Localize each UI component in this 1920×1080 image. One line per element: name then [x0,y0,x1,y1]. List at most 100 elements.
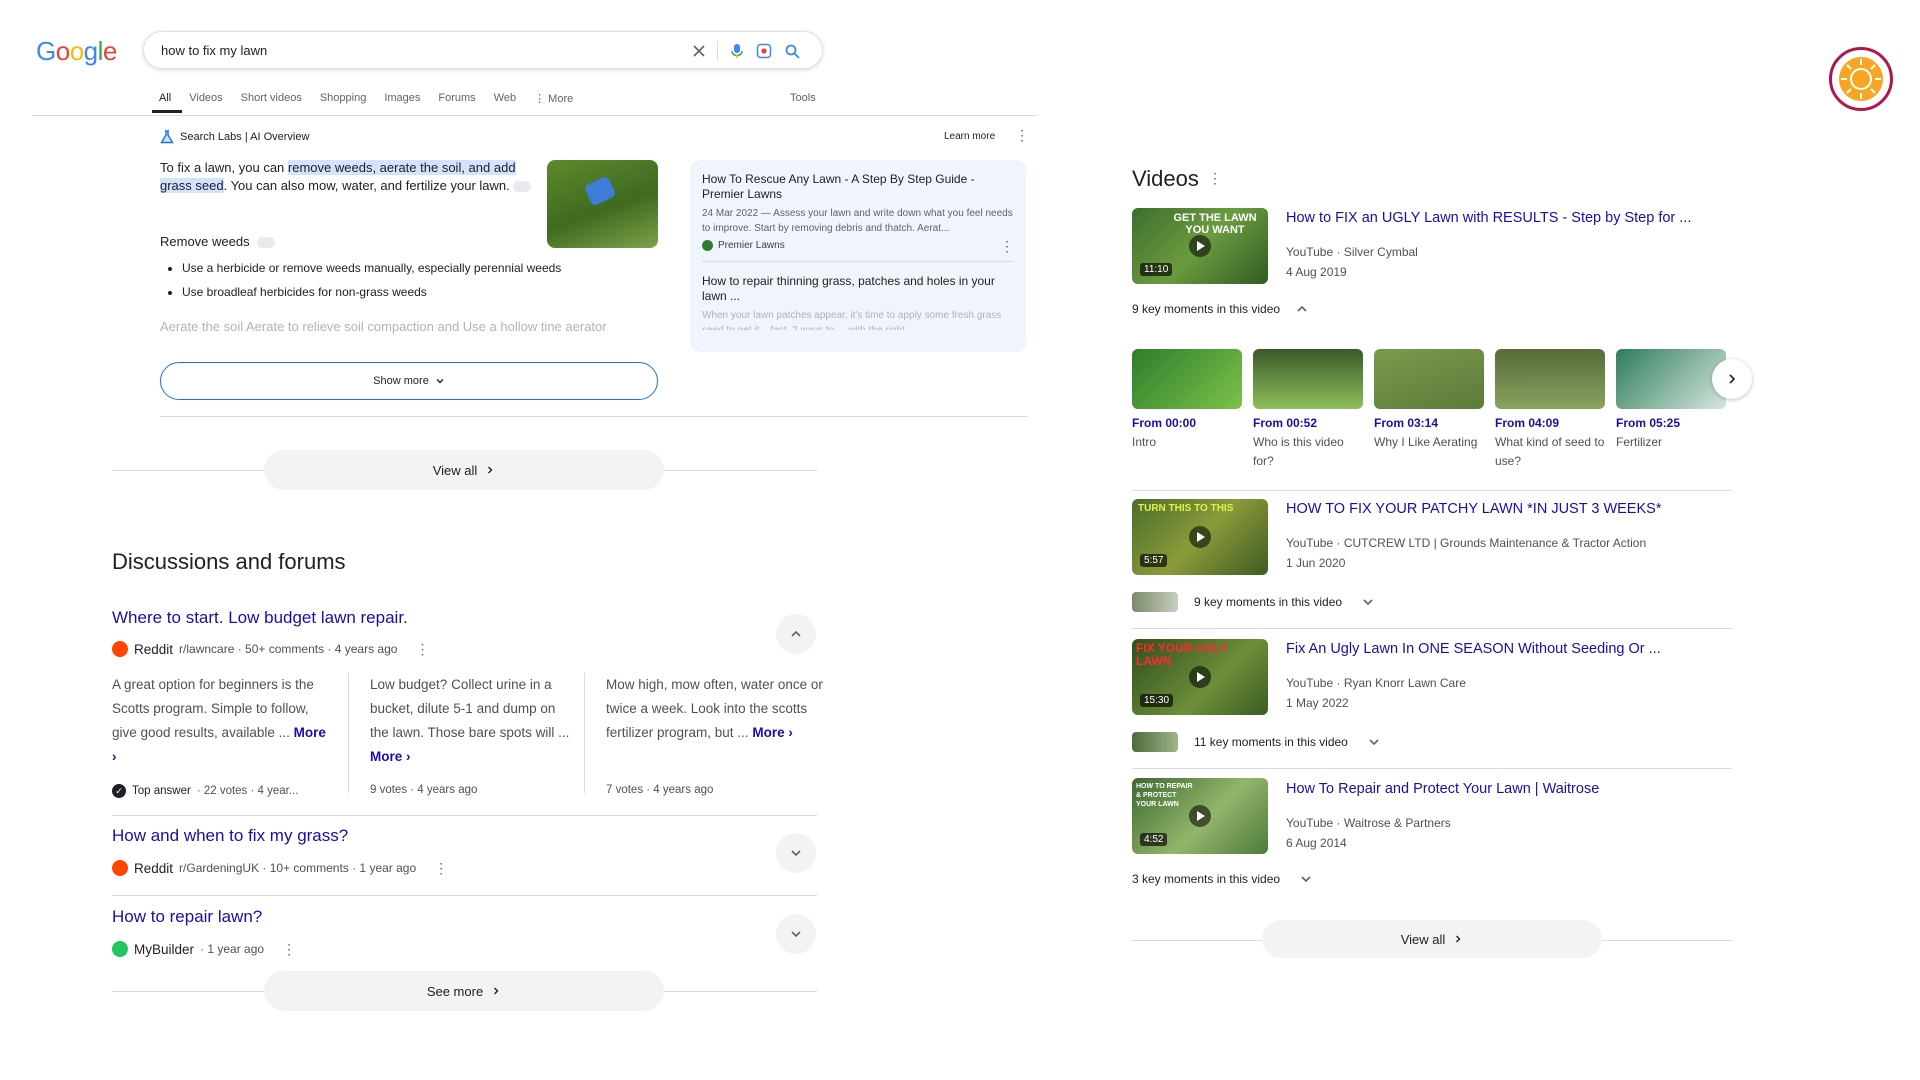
search-box[interactable]: how to fix my lawn [143,31,823,69]
moment-thumbnail[interactable] [1616,349,1726,409]
more-link[interactable]: More [294,725,326,740]
google-logo[interactable]: Google [36,36,117,67]
video-thumbnail[interactable]: HOW TO REPAIR & PROTECT YOUR LAWN 4:52 [1132,778,1268,854]
learn-more-link[interactable]: Learn more [944,131,995,142]
moment-time: From 00:52 [1253,416,1318,430]
video-channel: YouTube · Silver Cymbal [1286,245,1418,259]
lawn-image[interactable] [547,160,658,248]
answer-snippet[interactable]: Mow high, mow often, water once or twice… [606,673,824,745]
moment-thumbnail[interactable] [1253,349,1363,409]
site-favicon [702,240,713,251]
lens-icon[interactable] [754,41,774,61]
answer-votes: 7 votes · 4 years ago [606,784,714,796]
key-moments-label: 9 key moments in this video [1194,595,1343,609]
search-icon[interactable] [782,41,802,61]
more-link[interactable]: More [752,725,784,740]
more-dots-icon: ⋮ [534,93,549,105]
moment-item[interactable]: From 04:09 What kind of seed to use? [1495,416,1607,471]
video-divider [1132,768,1732,769]
ai-overview-divider [160,416,1028,417]
thread-source[interactable]: Reddit [134,861,173,876]
logo-letter: o [55,36,70,66]
microphone-icon[interactable] [727,41,747,61]
moment-item[interactable]: From 00:00 Intro [1132,416,1244,452]
moment-item[interactable]: From 00:52 Who is this video for? [1253,416,1365,471]
tab-web[interactable]: Web [487,92,527,113]
videos-view-all-button[interactable]: View all [1262,920,1602,958]
source-menu-icon[interactable]: ⋮ [1000,239,1014,253]
chevron-up-icon [791,630,801,637]
moments-next-button[interactable] [1712,359,1752,399]
link-chip-icon[interactable] [257,237,276,249]
show-more-button[interactable]: Show more [160,362,658,400]
source-title[interactable]: How to repair thinning grass, patches an… [702,274,1014,304]
video-thumbnail[interactable]: GET THE LAWN YOU WANT 11:10 [1132,208,1268,284]
tab-images[interactable]: Images [377,92,431,113]
video-title[interactable]: How To Repair and Protect Your Lawn | Wa… [1286,781,1599,797]
videos-menu-icon[interactable]: ⋮ [1208,171,1222,185]
profile-avatar[interactable] [1829,47,1893,111]
heading-text: Remove weeds [160,234,250,249]
expand-button[interactable] [776,833,816,873]
tab-more[interactable]: ⋮ More [527,92,584,113]
more-link[interactable]: More [370,749,402,764]
thread-title[interactable]: Where to start. Low budget lawn repair. [112,608,408,628]
link-chip-icon[interactable] [513,181,532,193]
key-moments-toggle[interactable]: 11 key moments in this video [1132,732,1380,752]
video-date: 4 Aug 2019 [1286,265,1347,279]
sources-panel: How To Rescue Any Lawn - A Step By Step … [690,160,1026,352]
source-title[interactable]: How To Rescue Any Lawn - A Step By Step … [702,172,1014,202]
video-title[interactable]: How to FIX an UGLY Lawn with RESULTS - S… [1286,210,1691,226]
ai-overview-label: Search Labs | AI Overview [180,131,310,143]
thumbnail-text: GET THE LAWN YOU WANT [1173,212,1257,236]
moment-thumbnail[interactable] [1132,349,1242,409]
moment-item[interactable]: From 03:14 Why I Like Aerating [1374,416,1486,452]
play-icon [1189,235,1211,257]
view-all-label: View all [1400,931,1446,947]
play-icon [1189,666,1211,688]
remove-weeds-heading: Remove weeds [160,234,276,249]
video-title[interactable]: Fix An Ugly Lawn In ONE SEASON Without S… [1286,641,1661,657]
thread-source[interactable]: MyBuilder [134,942,194,957]
video-thumbnail[interactable]: TURN THIS TO THIS 5:57 [1132,499,1268,575]
moment-label: Fertilizer [1616,435,1663,449]
search-input[interactable]: how to fix my lawn [161,43,267,58]
tab-all[interactable]: All [152,92,183,113]
tab-shopping[interactable]: Shopping [313,92,378,113]
source-site[interactable]: Premier Lawns ⋮ [702,239,1014,253]
key-moments-toggle[interactable]: 9 key moments in this video [1132,592,1374,612]
collapse-button[interactable] [776,614,816,654]
thread-source[interactable]: Reddit [134,642,173,657]
see-more-button[interactable]: See more [264,971,664,1011]
answer-snippet[interactable]: A great option for beginners is the Scot… [112,673,332,769]
moment-thumbnail[interactable] [1495,349,1605,409]
video-thumbnail[interactable]: FIX YOUR UGLY LAWN 15:30 [1132,639,1268,715]
thread-menu-icon[interactable]: ⋮ [282,942,296,956]
key-moments-toggle[interactable]: 9 key moments in this video [1132,302,1308,316]
logo-letter: e [102,36,117,66]
moment-thumbnail[interactable] [1374,349,1484,409]
video-channel: YouTube · Ryan Knorr Lawn Care [1286,676,1466,690]
tab-forums[interactable]: Forums [431,92,486,113]
tab-videos[interactable]: Videos [182,92,233,113]
thread-meta: Reddit r/GardeningUK · 10+ comments · 1 … [112,860,448,876]
chevron-down-icon [436,379,444,384]
thread-menu-icon[interactable]: ⋮ [434,861,448,875]
video-duration: 15:30 [1140,694,1174,707]
video-title[interactable]: HOW TO FIX YOUR PATCHY LAWN *IN JUST 3 W… [1286,501,1661,517]
thread-title[interactable]: How and when to fix my grass? [112,826,348,846]
ai-menu-icon[interactable]: ⋮ [1015,128,1029,142]
view-all-button[interactable]: View all [264,450,664,490]
tools-button[interactable]: Tools [790,92,816,104]
thread-title[interactable]: How to repair lawn? [112,907,262,927]
answer-snippet[interactable]: Low budget? Collect urine in a bucket, d… [370,673,576,769]
ai-overview-summary: To fix a lawn, you can remove weeds, aer… [160,159,540,195]
moment-item[interactable]: From 05:25 Fertilizer [1616,416,1728,452]
video-duration: 4:52 [1140,833,1168,846]
clear-icon[interactable] [689,41,709,61]
expand-button[interactable] [776,914,816,954]
thread-menu-icon[interactable]: ⋮ [415,642,429,656]
key-moments-toggle[interactable]: 3 key moments in this video [1132,872,1312,886]
answer-footer: ✓ Top answer · 22 votes · 4 year... [112,784,298,798]
tab-short-videos[interactable]: Short videos [234,92,313,113]
